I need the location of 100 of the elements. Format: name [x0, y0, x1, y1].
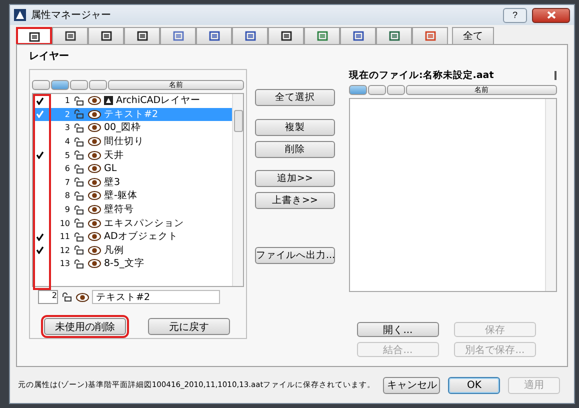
layer-name: 間仕切り	[104, 135, 144, 148]
layer-name: 凡例	[104, 244, 124, 257]
padlock-icon[interactable]	[73, 122, 85, 133]
eye-icon[interactable]	[88, 110, 101, 119]
column-header[interactable]	[89, 80, 107, 90]
action-button[interactable]: 追加>>	[254, 170, 335, 187]
layer-row[interactable]: 7 壁3	[33, 176, 232, 190]
layer-name: ArchiCADレイヤー	[116, 94, 201, 108]
layer-name: 天井	[104, 148, 124, 162]
layer-name: ADオブジェクト	[104, 230, 178, 244]
column-header[interactable]	[368, 85, 386, 95]
layer-name: 壁-躯体	[104, 189, 138, 202]
layer-row[interactable]: 5 天井	[33, 148, 232, 162]
help-button[interactable]: ?	[503, 8, 527, 22]
row-number: 13	[58, 259, 70, 268]
layer-row[interactable]: 3 00_図枠	[33, 121, 232, 135]
layer-row[interactable]: 9 壁符号	[33, 202, 232, 216]
column-header[interactable]	[386, 85, 405, 95]
padlock-icon[interactable]	[73, 136, 85, 147]
padlock-icon[interactable]	[73, 164, 85, 174]
column-header[interactable]	[32, 80, 50, 90]
tab[interactable]	[52, 27, 88, 44]
file-title: 現在のファイル:名称未設定.aat	[348, 68, 494, 82]
layer-row[interactable]: 1 ArchiCADレイヤー	[33, 94, 232, 108]
layer-row[interactable]: 10 エキスパンション	[33, 216, 232, 230]
eye-icon[interactable]	[88, 96, 101, 106]
row-number: 2	[38, 290, 58, 304]
padlock-icon[interactable]	[73, 258, 85, 269]
action-button[interactable]: 全て選択	[254, 89, 335, 106]
column-header[interactable]	[348, 85, 367, 95]
layer-name: 8-5_文字	[104, 257, 144, 270]
padlock-icon[interactable]	[73, 177, 85, 188]
row-number: 11	[58, 232, 70, 242]
layer-row[interactable]: 4 間仕切り	[33, 134, 232, 148]
tab[interactable]	[232, 27, 268, 44]
layer-name: 壁3	[104, 176, 120, 189]
tab[interactable]	[16, 27, 52, 45]
eye-icon[interactable]	[88, 205, 101, 214]
dialog-button[interactable]: OK	[448, 376, 500, 394]
eye-icon[interactable]	[88, 232, 101, 242]
tab[interactable]	[196, 27, 232, 44]
tab[interactable]	[268, 27, 304, 44]
row-number: 8	[64, 191, 70, 200]
action-button[interactable]: 開く...	[356, 322, 439, 337]
eye-icon[interactable]	[88, 137, 101, 146]
name-field[interactable]: テキスト#2	[92, 290, 220, 304]
eye-icon[interactable]	[88, 259, 101, 268]
action-button[interactable]: ファイルへ出力...	[254, 247, 335, 264]
app-icon	[14, 9, 26, 21]
layer-row[interactable]: 8 壁-躯体	[33, 189, 232, 203]
layer-name: GL	[104, 163, 117, 174]
row-number: 2	[64, 110, 70, 119]
action-button[interactable]: 元に戻す	[148, 318, 230, 335]
action-button[interactable]: 上書き>>	[254, 192, 335, 209]
eye-icon[interactable]	[88, 164, 101, 174]
padlock-icon[interactable]	[73, 232, 85, 242]
padlock-icon[interactable]	[73, 204, 85, 215]
scrollbar[interactable]	[545, 99, 556, 291]
layer-name: 壁符号	[104, 203, 134, 216]
eye-icon[interactable]	[88, 246, 101, 255]
column-header[interactable]	[51, 80, 69, 90]
layer-row[interactable]: 13 8-5_文字	[33, 257, 232, 271]
eye-icon[interactable]	[88, 218, 101, 228]
eye-icon[interactable]	[88, 178, 101, 187]
tab[interactable]	[88, 27, 124, 44]
padlock-icon[interactable]	[61, 292, 73, 302]
padlock-icon[interactable]	[73, 190, 85, 201]
action-button[interactable]: 未使用の削除	[44, 318, 126, 335]
action-button[interactable]: 削除	[254, 141, 335, 158]
layer-row[interactable]: 12 凡例	[33, 244, 232, 258]
action-button[interactable]: 複製	[254, 119, 335, 136]
padlock-icon[interactable]	[73, 96, 85, 106]
layer-row[interactable]: 11 ADオブジェクト	[33, 230, 232, 244]
eye-icon[interactable]	[76, 292, 89, 302]
tab[interactable]	[340, 27, 376, 44]
padlock-icon[interactable]	[73, 245, 85, 256]
close-button[interactable]	[532, 8, 570, 22]
layer-name: テキスト#2	[104, 108, 158, 121]
window-title: 属性マネージャー	[31, 8, 112, 22]
row-number: 4	[64, 137, 70, 146]
column-header[interactable]	[70, 80, 88, 90]
row-number: 5	[64, 150, 70, 160]
section-title: レイヤー	[29, 50, 70, 63]
tab[interactable]: 全て	[452, 27, 494, 44]
scrollbar[interactable]	[232, 94, 243, 286]
eye-icon[interactable]	[88, 191, 101, 200]
layer-row[interactable]: 6 GL	[33, 162, 232, 176]
resize-grip-icon[interactable]	[554, 70, 557, 80]
padlock-icon[interactable]	[73, 150, 85, 160]
tab[interactable]	[376, 27, 412, 44]
layer-name: 00_図枠	[104, 121, 141, 134]
eye-icon[interactable]	[88, 150, 101, 160]
dialog-button[interactable]: キャンセル	[383, 376, 440, 394]
padlock-icon[interactable]	[73, 218, 85, 228]
eye-icon[interactable]	[88, 123, 101, 132]
row-number: 1	[64, 96, 70, 106]
tab[interactable]	[124, 27, 160, 44]
row-number: 12	[58, 246, 70, 255]
row-number: 3	[64, 123, 70, 132]
row-number: 7	[64, 178, 70, 187]
